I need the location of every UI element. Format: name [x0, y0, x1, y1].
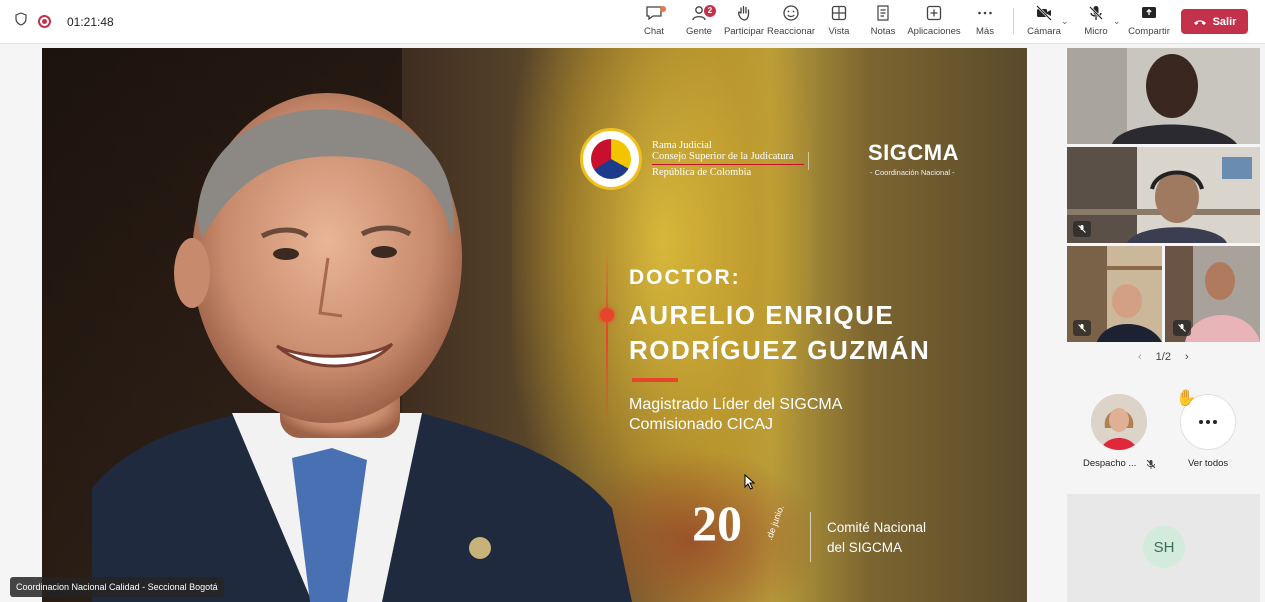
- react-label: Reaccionar: [766, 26, 816, 37]
- participant-video-tile[interactable]: [1067, 147, 1260, 243]
- slide-name-line-1: AURELIO ENRIQUE: [629, 300, 895, 330]
- mic-off-icon: [1178, 324, 1186, 332]
- participant-initials-avatar: SH: [1143, 526, 1185, 568]
- slide-event-line-1: Comité Nacional: [827, 520, 927, 535]
- next-page-chevron-icon[interactable]: ›: [1185, 351, 1189, 363]
- unread-dot: [660, 6, 666, 12]
- participant-video: [1067, 147, 1260, 243]
- more-label: Más: [976, 26, 994, 37]
- sigcma-brand: SIGCMA: [868, 140, 959, 165]
- share-label: Compartir: [1128, 26, 1170, 37]
- more-button[interactable]: Más: [975, 4, 995, 40]
- participant-muted-indicator: [1073, 320, 1091, 336]
- participant-muted-indicator: [1073, 221, 1091, 237]
- prev-page-chevron-icon[interactable]: ‹: [1138, 351, 1142, 363]
- share-icon: [1142, 7, 1156, 18]
- slide-event-line-2: del SIGCMA: [827, 540, 903, 555]
- mic-off-icon: [1146, 457, 1156, 475]
- participant-name: Despacho ...: [1083, 458, 1137, 469]
- notes-label: Notas: [870, 26, 896, 37]
- page-indicator: 1/2: [1155, 351, 1171, 363]
- participant-avatar[interactable]: [1091, 394, 1147, 450]
- slide-doctor-label: DOCTOR:: [629, 266, 741, 289]
- mic-off-icon: [1078, 324, 1086, 332]
- accent-line: [606, 248, 608, 428]
- notes-icon: [877, 5, 889, 21]
- org-line-2: Consejo Superior de la Judicatura: [652, 151, 794, 162]
- slide-role-1: Magistrado Líder del SIGCMA: [629, 396, 843, 413]
- participant-video-tile[interactable]: [1165, 246, 1260, 342]
- notes-button[interactable]: Notas: [870, 4, 896, 40]
- camera-button[interactable]: Cámara: [1027, 4, 1061, 40]
- shield-icon[interactable]: [14, 12, 28, 31]
- leave-button[interactable]: Salir: [1181, 9, 1248, 34]
- accent-dot: [600, 308, 614, 322]
- slide-role-2: Comisionado CICAJ: [629, 416, 774, 433]
- mic-label: Micro: [1084, 26, 1108, 37]
- sigcma-subtitle: - Coordinación Nacional -: [870, 168, 955, 177]
- gallery-pager: ‹ 1/2 ›: [1138, 351, 1189, 363]
- presenter-name-tag: Coordinacion Nacional Calidad - Secciona…: [10, 577, 224, 597]
- raise-hand-label: Participar: [723, 26, 765, 37]
- mic-off-icon: [1078, 225, 1086, 233]
- chat-label: Chat: [643, 26, 665, 37]
- participant-tile-initials[interactable]: SH: [1067, 494, 1260, 602]
- plus-square-icon: [926, 5, 942, 21]
- grid-icon: [831, 5, 847, 21]
- mic-button[interactable]: Micro: [1084, 4, 1108, 40]
- meeting-timer: 01:21:48: [67, 14, 114, 29]
- mouse-cursor-icon: [744, 474, 756, 490]
- raise-hand-icon: [738, 5, 750, 21]
- organization-logo-block: Rama Judicial Consejo Superior de la Jud…: [580, 128, 980, 190]
- chat-button[interactable]: Chat: [642, 4, 666, 40]
- accent-bar: [632, 378, 678, 382]
- camera-label: Cámara: [1027, 26, 1061, 37]
- camera-options-chevron-icon[interactable]: ⌄: [1061, 16, 1069, 27]
- smiley-icon: [783, 5, 799, 21]
- apps-button[interactable]: Aplicaciones: [907, 4, 961, 40]
- meeting-toolbar: 01:21:48 Chat 2 Gente Participar Reaccio…: [0, 0, 1265, 44]
- see-all-label: Ver todos: [1188, 458, 1229, 469]
- leave-label: Salir: [1212, 15, 1237, 28]
- raised-hand-icon: ✋: [1176, 390, 1196, 407]
- more-icon: [1199, 420, 1217, 424]
- recording-icon: [38, 15, 51, 28]
- participant-muted-indicator: [1173, 320, 1191, 336]
- mic-options-chevron-icon[interactable]: ⌄: [1113, 16, 1121, 27]
- participant-photo: [1091, 394, 1147, 450]
- presenter-photo: [92, 93, 632, 602]
- colombia-seal-logo: [580, 128, 642, 190]
- view-label: Vista: [828, 26, 850, 37]
- meeting-status: 01:21:48: [14, 12, 114, 31]
- raise-hand-button[interactable]: Participar: [724, 4, 764, 40]
- apps-label: Aplicaciones: [907, 26, 961, 37]
- participant-video-tile[interactable]: [1067, 48, 1260, 144]
- org-line-1: Rama Judicial: [652, 140, 712, 151]
- organization-name: Rama Judicial Consejo Superior de la Jud…: [652, 140, 804, 178]
- more-icon: [978, 11, 992, 15]
- slide-date-number: 20: [692, 495, 742, 551]
- toolbar-divider: [1013, 8, 1014, 34]
- view-button[interactable]: Vista: [827, 4, 851, 40]
- share-button[interactable]: Compartir: [1128, 4, 1170, 40]
- participant-video: [1067, 48, 1260, 144]
- camera-off-icon: [1036, 5, 1052, 21]
- participant-video-tile[interactable]: [1067, 246, 1162, 342]
- org-line-3: República de Colombia: [652, 167, 752, 178]
- people-button[interactable]: 2 Gente: [686, 4, 716, 40]
- shared-content-stage[interactable]: Rama Judicial Consejo Superior de la Jud…: [42, 48, 1027, 602]
- slide-name-line-2: RODRÍGUEZ GUZMÁN: [629, 335, 931, 365]
- people-count-badge: 2: [704, 5, 716, 17]
- people-label: Gente: [686, 26, 712, 37]
- hangup-icon: [1193, 19, 1206, 25]
- mic-off-icon: [1089, 6, 1103, 20]
- react-button[interactable]: Reaccionar: [766, 4, 816, 40]
